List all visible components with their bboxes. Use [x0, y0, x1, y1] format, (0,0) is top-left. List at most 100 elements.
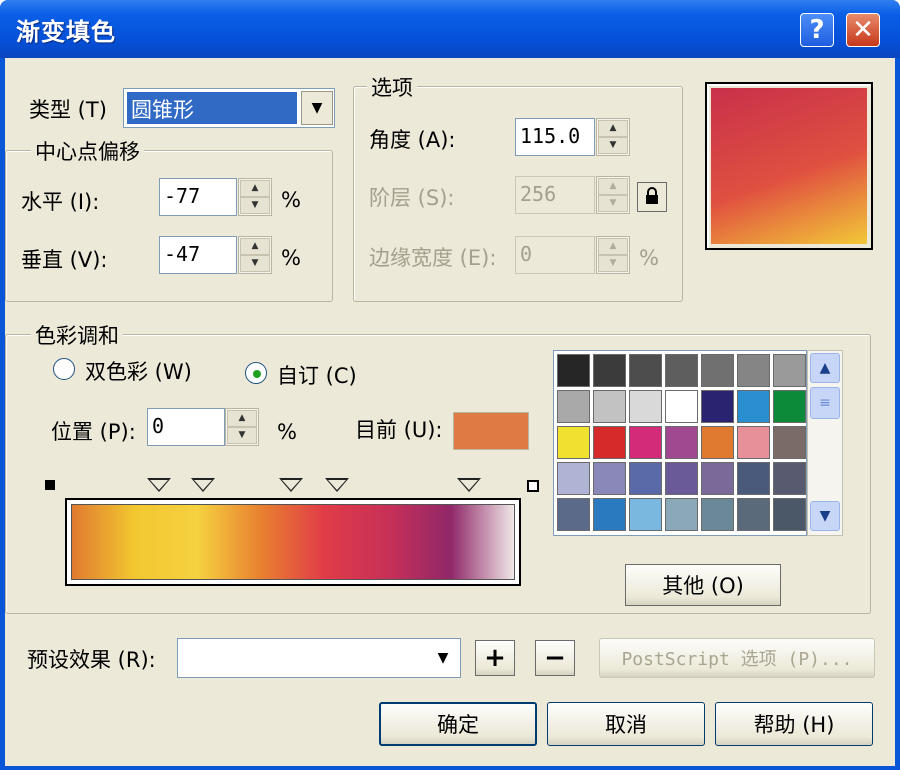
vertical-spinner[interactable]: ▲ ▼	[238, 236, 272, 274]
palette-swatch[interactable]	[665, 462, 698, 495]
horizontal-spinner[interactable]: ▲ ▼	[238, 178, 272, 216]
edge-pad-unit: %	[639, 246, 659, 270]
steps-label: 阶层 (S):	[369, 186, 455, 210]
stop-marker[interactable]	[457, 478, 481, 492]
position-input[interactable]: 0	[147, 408, 225, 446]
stop-marker[interactable]	[191, 478, 215, 492]
title-bar[interactable]: 渐变填色 ? ✕	[0, 0, 900, 58]
palette-swatch[interactable]	[737, 462, 770, 495]
palette-swatch[interactable]	[773, 354, 806, 387]
palette-swatch[interactable]	[737, 390, 770, 423]
spin-down-icon[interactable]: ▼	[227, 427, 257, 444]
palette-swatch[interactable]	[701, 390, 734, 423]
palette-swatch[interactable]	[629, 462, 662, 495]
palette-swatch[interactable]	[665, 390, 698, 423]
palette-swatch[interactable]	[593, 390, 626, 423]
horizontal-unit: %	[281, 188, 301, 212]
spin-down-icon[interactable]: ▼	[240, 197, 270, 214]
palette-swatch[interactable]	[629, 426, 662, 459]
horizontal-input[interactable]: -77	[159, 178, 237, 216]
palette-swatch[interactable]	[737, 498, 770, 531]
two-color-radio[interactable]	[53, 358, 75, 380]
scroll-thumb[interactable]: ≡	[810, 387, 840, 419]
palette-swatch[interactable]	[557, 354, 590, 387]
add-preset-button[interactable]: +	[475, 640, 515, 676]
palette-swatch[interactable]	[593, 426, 626, 459]
palette-scrollbar[interactable]: ▲ ≡ ▼	[807, 350, 843, 536]
other-colors-button[interactable]: 其他 (O)	[625, 564, 781, 606]
help-button[interactable]: 帮助 (H)	[715, 702, 873, 746]
close-button[interactable]: ✕	[846, 13, 880, 47]
edge-pad-spinner: ▲ ▼	[596, 236, 630, 274]
presets-combo[interactable]: ▼	[177, 638, 461, 678]
angle-spinner[interactable]: ▲ ▼	[596, 118, 630, 156]
palette-swatch[interactable]	[665, 354, 698, 387]
palette-swatch[interactable]	[773, 498, 806, 531]
stop-marker[interactable]	[147, 478, 171, 492]
palette-swatch[interactable]	[593, 498, 626, 531]
palette-swatch[interactable]	[629, 354, 662, 387]
palette-swatch[interactable]	[629, 498, 662, 531]
dialog-window: 渐变填色 ? ✕ 类型 (T) 圆锥形 ▼ 中心点偏移 水平 (I): -77 …	[0, 0, 900, 770]
custom-label: 自订 (C)	[277, 364, 357, 388]
spin-down-icon: ▼	[598, 255, 628, 272]
spin-down-icon: ▼	[598, 195, 628, 212]
spin-up-icon[interactable]: ▲	[227, 410, 257, 427]
palette-swatch[interactable]	[773, 390, 806, 423]
current-color-swatch[interactable]	[453, 412, 529, 450]
scroll-down-icon[interactable]: ▼	[810, 501, 840, 531]
spin-up-icon[interactable]: ▲	[240, 238, 270, 255]
gradient-bar[interactable]	[65, 498, 521, 586]
palette-swatch[interactable]	[665, 426, 698, 459]
cancel-button[interactable]: 取消	[547, 702, 705, 746]
stop-marker[interactable]	[325, 478, 349, 492]
palette-swatch[interactable]	[557, 462, 590, 495]
palette-swatch[interactable]	[773, 462, 806, 495]
palette-swatch[interactable]	[593, 462, 626, 495]
horizontal-label: 水平 (I):	[21, 190, 100, 214]
spin-down-icon[interactable]: ▼	[240, 255, 270, 272]
custom-radio[interactable]	[245, 362, 267, 384]
palette-swatch[interactable]	[773, 426, 806, 459]
palette-swatch[interactable]	[557, 426, 590, 459]
chevron-down-icon[interactable]: ▼	[428, 643, 458, 673]
ok-button[interactable]: 确定	[379, 702, 537, 746]
palette-swatch[interactable]	[701, 354, 734, 387]
two-color-label: 双色彩 (W)	[85, 360, 192, 384]
position-spinner[interactable]: ▲ ▼	[225, 408, 259, 446]
stop-marker[interactable]	[279, 478, 303, 492]
dialog-client: 类型 (T) 圆锥形 ▼ 中心点偏移 水平 (I): -77 ▲ ▼ % 垂直 …	[5, 58, 895, 766]
start-stop-marker[interactable]	[45, 480, 55, 490]
remove-preset-button[interactable]: −	[535, 640, 575, 676]
palette-swatch[interactable]	[665, 498, 698, 531]
palette-swatch[interactable]	[701, 462, 734, 495]
lock-button[interactable]	[637, 182, 667, 212]
chevron-down-icon[interactable]: ▼	[301, 91, 333, 125]
scroll-up-icon[interactable]: ▲	[810, 353, 840, 383]
palette-swatch[interactable]	[701, 426, 734, 459]
palette-swatch[interactable]	[701, 498, 734, 531]
palette-swatch[interactable]	[557, 498, 590, 531]
current-color-label: 目前 (U):	[355, 418, 443, 442]
type-dropdown-value: 圆锥形	[127, 92, 297, 124]
vertical-input[interactable]: -47	[159, 236, 237, 274]
help-title-button[interactable]: ?	[800, 13, 834, 47]
palette-swatch[interactable]	[629, 390, 662, 423]
palette-swatch[interactable]	[557, 390, 590, 423]
spin-up-icon: ▲	[598, 178, 628, 195]
spin-down-icon[interactable]: ▼	[598, 137, 628, 154]
edge-pad-input: 0	[515, 236, 595, 274]
angle-input[interactable]: 115.0	[515, 118, 595, 156]
vertical-label: 垂直 (V):	[21, 248, 108, 272]
palette-swatch[interactable]	[593, 354, 626, 387]
end-stop-marker[interactable]	[527, 480, 539, 492]
color-palette[interactable]	[553, 350, 807, 536]
options-title: 选项	[367, 72, 417, 102]
palette-swatch[interactable]	[737, 354, 770, 387]
edge-pad-label: 边缘宽度 (E):	[369, 246, 497, 270]
type-dropdown[interactable]: 圆锥形 ▼	[123, 88, 335, 128]
spin-up-icon[interactable]: ▲	[598, 120, 628, 137]
postscript-options-button: PostScript 选项 (P)...	[599, 638, 875, 678]
spin-up-icon[interactable]: ▲	[240, 180, 270, 197]
palette-swatch[interactable]	[737, 426, 770, 459]
